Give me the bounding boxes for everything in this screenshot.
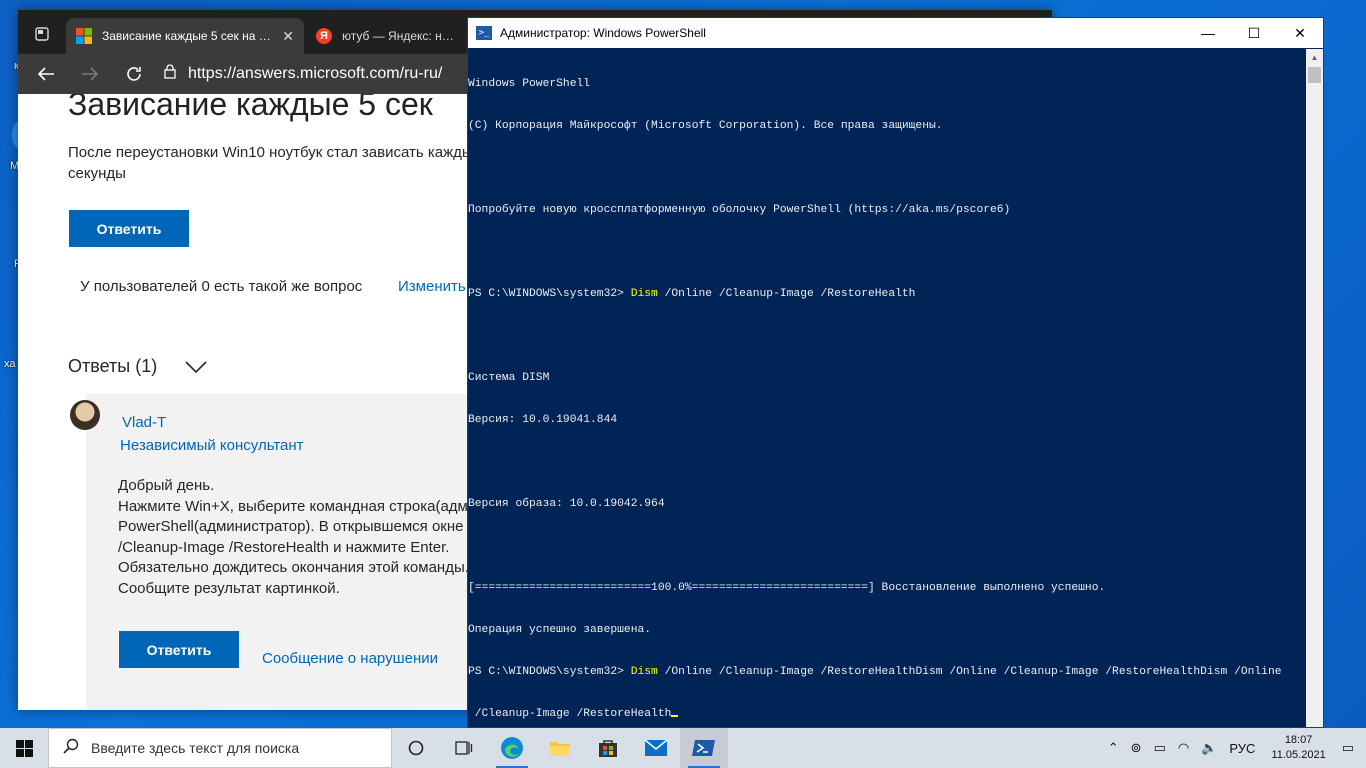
- language-indicator[interactable]: РУС: [1229, 741, 1255, 756]
- start-button[interactable]: [0, 728, 48, 768]
- search-icon: [63, 738, 79, 759]
- console-line: /Cleanup-Image /RestoreHealth: [468, 707, 1306, 721]
- window-controls: — ☐ ✕: [1185, 18, 1323, 48]
- console-line: Попробуйте новую кроссплатформенную обол…: [468, 204, 1011, 216]
- console-output[interactable]: Windows PowerShell (C) Корпорация Майкро…: [468, 49, 1306, 727]
- wifi-icon[interactable]: ◠: [1178, 740, 1189, 756]
- lock-icon[interactable]: [164, 64, 176, 84]
- question-body: После переустановки Win10 ноутбук стал з…: [68, 144, 473, 182]
- back-icon[interactable]: [30, 58, 62, 90]
- clock[interactable]: 18:07 11.05.2021: [1271, 733, 1325, 763]
- tab-actions-icon[interactable]: [28, 22, 56, 46]
- answer-line: PowerShell(администратор). В открывшемся…: [118, 518, 476, 535]
- tab-title: ютуб — Яндекс: нашло: [342, 29, 456, 43]
- answer-line: Сообщите результат картинкой.: [118, 579, 340, 597]
- maximize-icon[interactable]: ☐: [1231, 18, 1277, 48]
- report-abuse-link[interactable]: Сообщение о нарушении: [262, 650, 438, 667]
- powershell-taskbar-icon[interactable]: [680, 728, 728, 768]
- text-cursor: [671, 715, 679, 717]
- answer-line: Нажмите Win+X, выберите командная строка…: [118, 497, 477, 515]
- powershell-icon: >_: [476, 26, 492, 40]
- minimize-icon[interactable]: —: [1185, 18, 1231, 48]
- answers-heading-text: Ответы (1): [68, 356, 158, 376]
- notifications-icon[interactable]: ▭: [1342, 740, 1354, 756]
- tab-active[interactable]: Зависание каждые 5 сек на 1 се ✕: [66, 18, 304, 54]
- file-explorer-icon[interactable]: [536, 728, 584, 768]
- desktop-icon-label[interactable]: ха: [4, 358, 16, 370]
- system-tray: ⌃ ⊚ ▭ ◠ 🔈 РУС 18:07 11.05.2021 ▭: [1102, 728, 1366, 768]
- volume-icon[interactable]: 🔈: [1201, 740, 1217, 756]
- question-title: Зависание каждые 5 сек: [68, 94, 433, 122]
- close-icon[interactable]: ✕: [1277, 18, 1323, 48]
- window-title: Администратор: Windows PowerShell: [500, 26, 706, 40]
- powershell-window: >_ Администратор: Windows PowerShell — ☐…: [467, 17, 1324, 728]
- windows-logo-icon: [15, 739, 33, 757]
- console-line: Версия: 10.0.19041.844: [468, 414, 618, 426]
- search-placeholder: Введите здесь текст для поиска: [91, 740, 300, 756]
- answers-heading[interactable]: Ответы (1): [68, 356, 207, 377]
- prompt: PS C:\WINDOWS\system32>: [468, 288, 631, 300]
- refresh-icon[interactable]: [118, 58, 150, 90]
- command-args: /Online /Cleanup-Image /RestoreHealth: [657, 288, 916, 300]
- battery-icon[interactable]: ▭: [1154, 740, 1166, 756]
- console-line: PS C:\WINDOWS\system32> Dism /Online /Cl…: [468, 665, 1306, 679]
- answer-line: /Cleanup-Image /RestoreHealth и нажмите …: [118, 538, 450, 556]
- title-bar[interactable]: >_ Администратор: Windows PowerShell — ☐…: [468, 18, 1323, 48]
- meet-now-icon[interactable]: ⊚: [1131, 740, 1142, 756]
- tab-title: Зависание каждые 5 сек на 1 се: [102, 29, 275, 43]
- chevron-down-icon[interactable]: [185, 360, 207, 373]
- taskbar-search[interactable]: Введите здесь текст для поиска: [48, 728, 392, 768]
- url-text: https://answers.microsoft.com/ru-ru/: [188, 65, 443, 82]
- chevron-up-icon[interactable]: ⌃: [1108, 740, 1119, 756]
- console-line: Операция успешно завершена.: [468, 624, 652, 636]
- console-line: Версия образа: 10.0.19042.964: [468, 498, 665, 510]
- console-line: [==========================100.0%=======…: [468, 582, 1106, 594]
- change-link[interactable]: Изменить: [398, 278, 466, 295]
- answer-line: Обязательно дождитесь окончания этой ком…: [118, 559, 469, 576]
- command-args: /Online /Cleanup-Image /RestoreHealthDis…: [657, 666, 1282, 678]
- edge-taskbar-icon[interactable]: [488, 728, 536, 768]
- forward-icon[interactable]: [74, 58, 106, 90]
- microsoft-logo-icon: [76, 28, 92, 44]
- cortana-icon[interactable]: [392, 728, 440, 768]
- answer-reply-button[interactable]: Ответить: [119, 631, 239, 668]
- taskbar: Введите здесь текст для поиска ⌃ ⊚ ▭ ◠ 🔈…: [0, 728, 1366, 768]
- reply-button[interactable]: Ответить: [69, 210, 189, 247]
- same-question-count: У пользователей 0 есть такой же вопрос: [80, 278, 363, 295]
- task-view-icon[interactable]: [440, 728, 488, 768]
- avatar[interactable]: [70, 400, 100, 430]
- command-keyword: Dism: [630, 666, 658, 678]
- prompt: PS C:\WINDOWS\system32>: [468, 666, 631, 678]
- close-tab-icon[interactable]: ✕: [282, 28, 294, 45]
- console-line: Cистема DISM: [468, 372, 550, 384]
- console-line: Windows PowerShell: [468, 78, 591, 90]
- answer-line: Добрый день.: [118, 477, 215, 494]
- vertical-scrollbar[interactable]: ▲: [1306, 49, 1323, 727]
- command-keyword: Dism: [630, 288, 658, 300]
- console-line: PS C:\WINDOWS\system32> Dism /Online /Cl…: [468, 287, 1306, 301]
- clock-time: 18:07: [1284, 734, 1313, 746]
- author-name[interactable]: Vlad-T: [122, 414, 166, 431]
- yandex-logo-icon: Я: [316, 28, 332, 44]
- author-role[interactable]: Независимый консультант: [120, 437, 304, 454]
- console-line: (C) Корпорация Майкрософт (Microsoft Cor…: [468, 120, 943, 132]
- store-icon[interactable]: [584, 728, 632, 768]
- mail-icon[interactable]: [632, 728, 680, 768]
- clock-date: 11.05.2021: [1271, 749, 1326, 761]
- answer-text: Добрый день. Нажмите Win+X, выберите ком…: [118, 476, 498, 599]
- command-args: /Cleanup-Image /RestoreHealth: [468, 708, 672, 720]
- scroll-thumb[interactable]: [1308, 67, 1321, 83]
- scroll-up-icon[interactable]: ▲: [1306, 49, 1323, 66]
- tab-inactive[interactable]: Я ютуб — Яндекс: нашло: [306, 18, 466, 54]
